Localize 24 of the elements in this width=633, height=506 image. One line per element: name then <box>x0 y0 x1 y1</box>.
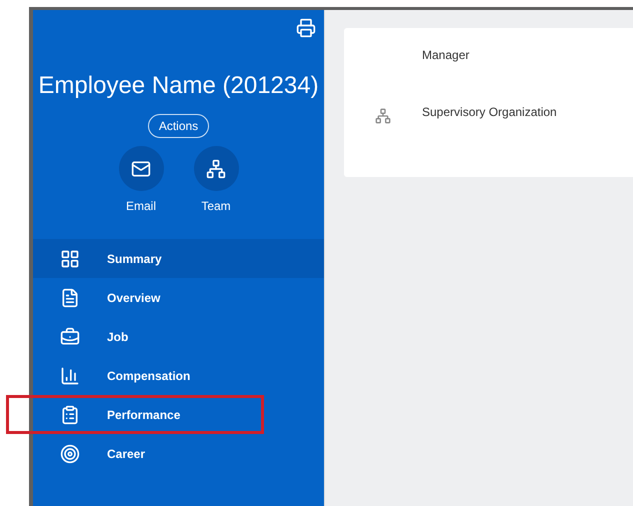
org-chart-icon <box>206 158 226 178</box>
field-label: Manager <box>422 47 470 64</box>
chart-icon <box>60 366 80 386</box>
nav-item[interactable]: Career <box>33 434 324 473</box>
print-button[interactable] <box>296 18 316 38</box>
org-chart-icon <box>375 108 391 124</box>
nav-item[interactable]: Summary <box>33 239 324 278</box>
mail-icon <box>131 158 151 178</box>
briefcase-icon <box>60 326 80 346</box>
target-icon <box>60 444 80 464</box>
quick-action-label: Team <box>201 198 231 215</box>
quick-action-button[interactable] <box>194 146 238 191</box>
grid-icon <box>60 248 80 268</box>
actions-button[interactable]: Actions <box>148 114 210 138</box>
nav-item[interactable]: Compensation <box>33 356 324 395</box>
document-icon <box>60 288 80 308</box>
clipboard-icon <box>60 404 80 424</box>
nav-item[interactable]: Overview <box>33 278 324 317</box>
nav-item[interactable]: Job <box>33 317 324 356</box>
nav-item[interactable]: Performance <box>33 395 324 434</box>
quick-action-label: Email <box>126 198 156 215</box>
field-label: Supervisory Organization <box>422 104 557 121</box>
employee-name: Employee Name (201234) <box>37 71 320 101</box>
quick-action-button[interactable] <box>118 146 164 191</box>
